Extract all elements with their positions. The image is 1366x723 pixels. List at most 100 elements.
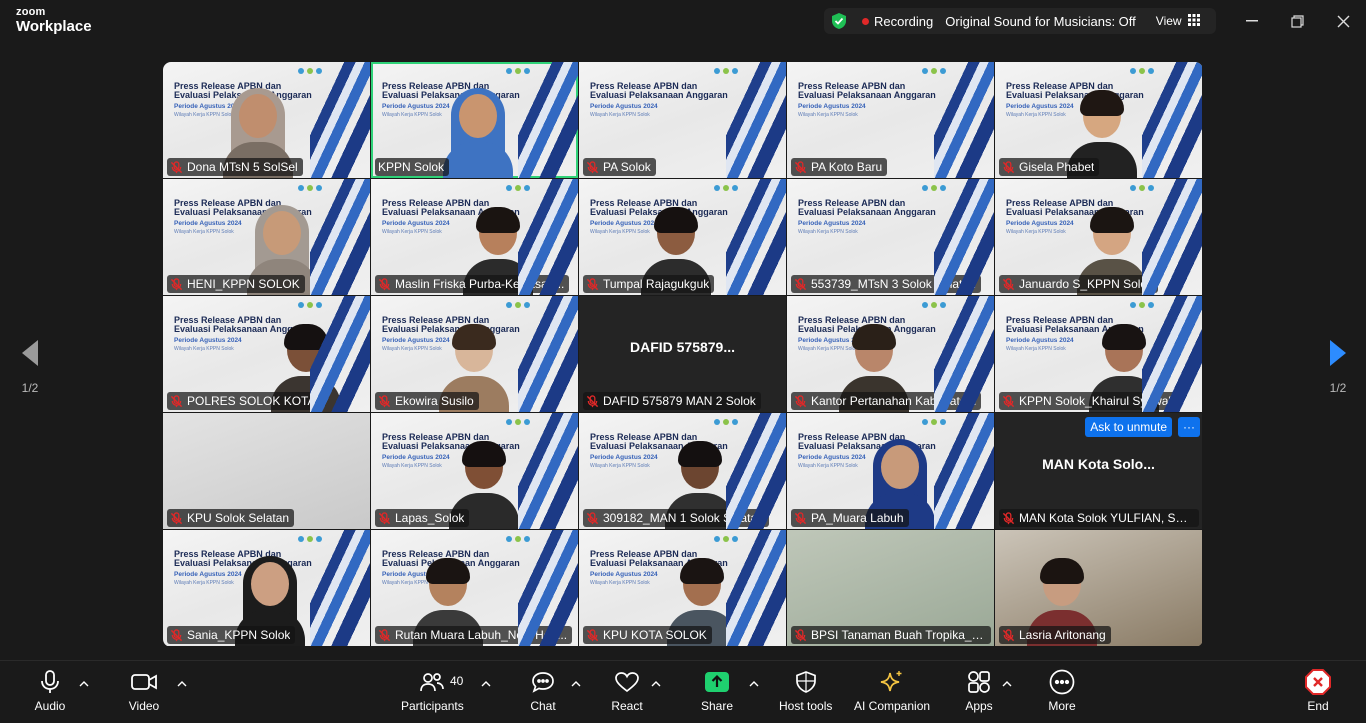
security-shield-icon[interactable] (830, 12, 848, 30)
participant-name-tag: DAFID 575879 MAN 2 Solok (583, 392, 761, 410)
participant-tile[interactable]: Press Release APBN danEvaluasi Pelaksana… (371, 296, 579, 413)
participant-tile[interactable]: Press Release APBN danEvaluasi Pelaksana… (371, 413, 579, 530)
end-call-icon[interactable] (1302, 669, 1334, 695)
ai-companion-button[interactable]: AI Companion (854, 669, 930, 713)
chat-button[interactable]: Chat (527, 669, 559, 713)
chevron-left-icon[interactable] (20, 338, 40, 368)
minimize-icon[interactable] (1240, 10, 1264, 32)
slide-logo-badges (506, 419, 530, 425)
audio-options-chevron-icon[interactable] (77, 677, 91, 691)
react-options-chevron-icon[interactable] (649, 677, 663, 691)
participant-tile[interactable]: BPSI Tanaman Buah Tropika_D... (787, 530, 995, 647)
original-sound-label[interactable]: Original Sound for Musicians: Off (945, 14, 1136, 29)
share-screen-icon[interactable] (701, 669, 733, 695)
slide-logo-badges (1130, 302, 1154, 308)
participant-name-tag: 553739_MTsN 3 Solok Selatan (791, 275, 981, 293)
participants-icon[interactable] (416, 669, 448, 695)
audio-button[interactable]: Audio (34, 669, 66, 713)
apps-button[interactable]: Apps (963, 669, 995, 713)
participant-name: PA Solok (603, 160, 651, 174)
react-button[interactable]: React (611, 669, 643, 713)
more-dots-icon[interactable] (1046, 669, 1078, 695)
slide-region: Wilayah Kerja KPPN Solok (590, 580, 650, 586)
share-options-chevron-icon[interactable] (747, 677, 761, 691)
participant-tile[interactable]: KPU Solok Selatan (163, 413, 371, 530)
slide-period: Periode Agustus 2024 (590, 103, 658, 110)
ask-to-unmute-button[interactable]: Ask to unmute (1085, 417, 1172, 437)
participant-tile[interactable]: Press Release APBN danEvaluasi Pelaksana… (579, 413, 787, 530)
close-icon[interactable] (1331, 10, 1355, 32)
view-button[interactable]: View (1156, 14, 1182, 28)
heart-icon[interactable] (611, 669, 643, 695)
participant-tile[interactable]: DAFID 575879... DAFID 575879 MAN 2 Solok (579, 296, 787, 413)
grid-view-icon[interactable] (1187, 13, 1200, 29)
sparkle-icon[interactable] (876, 669, 908, 695)
chevron-right-icon[interactable] (1328, 338, 1348, 368)
participant-name-tag: PA_Muara Labuh (791, 509, 909, 527)
slide-title: Press Release APBN danEvaluasi Pelaksana… (798, 199, 936, 217)
muted-mic-icon (170, 511, 183, 524)
recording-label[interactable]: Recording (874, 14, 933, 29)
muted-mic-icon (1002, 628, 1015, 641)
apps-options-chevron-icon[interactable] (1000, 677, 1014, 691)
tile-more-options-button[interactable]: ··· (1178, 417, 1200, 437)
video-button[interactable]: Video (128, 669, 160, 713)
restore-icon[interactable] (1285, 10, 1309, 32)
host-tools-button[interactable]: Host tools (779, 669, 832, 713)
muted-mic-icon (794, 277, 807, 290)
share-button[interactable]: Share (701, 669, 733, 713)
participant-tile[interactable]: Press Release APBN danEvaluasi Pelaksana… (579, 179, 787, 296)
participant-name-tag: Ekowira Susilo (375, 392, 479, 410)
participant-tile[interactable]: Press Release APBN danEvaluasi Pelaksana… (163, 179, 371, 296)
participant-name-tag: KPU Solok Selatan (167, 509, 295, 527)
participant-tile[interactable]: Press Release APBN danEvaluasi Pelaksana… (995, 179, 1203, 296)
participant-tile[interactable]: Press Release APBN danEvaluasi Pelaksana… (163, 530, 371, 647)
muted-mic-icon (1002, 160, 1015, 173)
participant-name: Ekowira Susilo (395, 394, 474, 408)
participant-tile[interactable]: Press Release APBN danEvaluasi Pelaksana… (579, 62, 787, 179)
participant-tile[interactable]: Press Release APBN danEvaluasi Pelaksana… (995, 62, 1203, 179)
participant-tile[interactable]: Press Release APBN danEvaluasi Pelaksana… (371, 62, 579, 179)
participant-name-tag: Tumpal Rajagukguk (583, 275, 715, 293)
participant-tile[interactable]: Press Release APBN danEvaluasi Pelaksana… (787, 62, 995, 179)
apps-grid-icon[interactable] (963, 669, 995, 695)
muted-mic-icon (170, 160, 183, 173)
more-button[interactable]: More (1046, 669, 1078, 713)
participant-tile[interactable]: Press Release APBN danEvaluasi Pelaksana… (787, 179, 995, 296)
participant-name: DAFID 575879 MAN 2 Solok (603, 394, 756, 408)
participant-name: 309182_MAN 1 Solok Selatan (603, 511, 764, 525)
next-page-button[interactable]: 1/2 (1318, 338, 1358, 395)
microphone-icon[interactable] (34, 669, 66, 695)
participant-tile[interactable]: Press Release APBN danEvaluasi Pelaksana… (163, 296, 371, 413)
previous-page-button[interactable]: 1/2 (10, 338, 50, 395)
participant-tile[interactable]: Press Release APBN danEvaluasi Pelaksana… (995, 296, 1203, 413)
title-bar: zoom Workplace Recording Original Sound … (0, 0, 1366, 44)
slide-logo-badges (298, 302, 322, 308)
participants-options-chevron-icon[interactable] (479, 677, 493, 691)
video-camera-icon[interactable] (128, 669, 160, 695)
meeting-toolbar: Audio Video Participants 40 Chat React S… (0, 660, 1366, 723)
participant-tile[interactable]: Lasria Aritonang (995, 530, 1203, 647)
slide-period: Periode Agustus 2024 (382, 454, 450, 461)
host-shield-icon[interactable] (790, 669, 822, 695)
chat-options-chevron-icon[interactable] (569, 677, 583, 691)
participant-tile[interactable]: Press Release APBN danEvaluasi Pelaksana… (579, 530, 787, 647)
participant-tile[interactable]: Press Release APBN danEvaluasi Pelaksana… (787, 296, 995, 413)
participant-tile[interactable]: Press Release APBN danEvaluasi Pelaksana… (163, 62, 371, 179)
participant-name: HENI_KPPN SOLOK (187, 277, 300, 291)
participant-name: Lasria Aritonang (1019, 628, 1106, 642)
muted-mic-icon (1002, 394, 1015, 407)
slide-period: Periode Agustus 2024 (1006, 337, 1074, 344)
slide-logo-badges (506, 68, 530, 74)
end-meeting-button[interactable]: End (1302, 669, 1334, 713)
slide-logo-badges (298, 185, 322, 191)
participant-tile[interactable]: MAN Kota Solo... Ask to unmute ··· MAN Kota… (995, 413, 1203, 530)
participant-tile[interactable]: Press Release APBN danEvaluasi Pelaksana… (371, 179, 579, 296)
video-options-chevron-icon[interactable] (175, 677, 189, 691)
participant-tile[interactable]: Press Release APBN danEvaluasi Pelaksana… (371, 530, 579, 647)
slide-period: Periode Agustus 2024 (382, 103, 450, 110)
participant-tile[interactable]: Press Release APBN danEvaluasi Pelaksana… (787, 413, 995, 530)
slide-logo-badges (922, 419, 946, 425)
chat-bubble-icon[interactable] (527, 669, 559, 695)
participant-name: Lapas_Solok (395, 511, 465, 525)
